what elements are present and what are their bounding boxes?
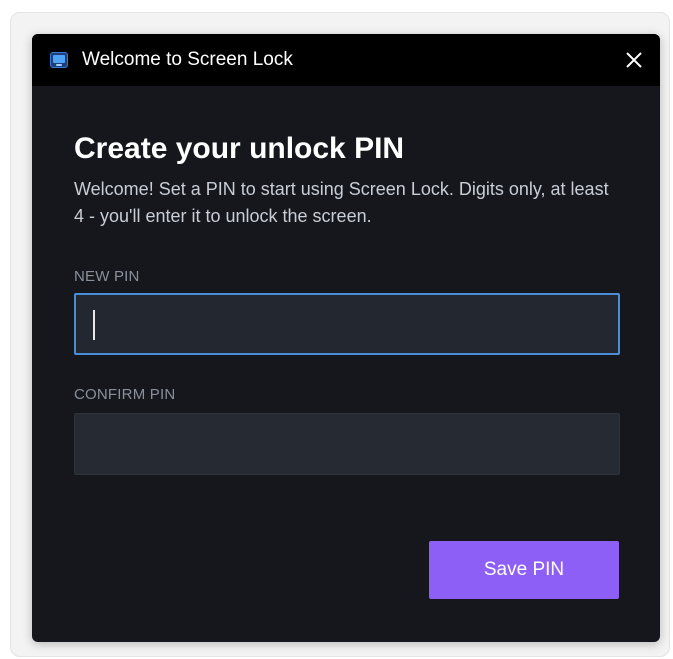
new-pin-input[interactable]	[74, 293, 620, 355]
close-button[interactable]	[614, 40, 654, 80]
screen-lock-app-icon	[50, 52, 68, 68]
close-icon	[626, 52, 642, 68]
window-title: Welcome to Screen Lock	[82, 49, 293, 70]
welcome-dialog: Welcome to Screen Lock Create your unloc…	[32, 34, 660, 642]
title-bar[interactable]: Welcome to Screen Lock	[32, 34, 660, 86]
text-caret	[93, 310, 95, 340]
description-text: Welcome! Set a PIN to start using Screen…	[74, 179, 609, 226]
confirm-pin-label: CONFIRM PIN	[74, 386, 176, 403]
new-pin-label: NEW PIN	[74, 268, 140, 285]
page-title: Create your unlock PIN	[74, 132, 405, 165]
save-pin-button[interactable]: Save PIN	[429, 541, 619, 599]
dialog-content: Create your unlock PIN Welcome! Set a PI…	[74, 130, 620, 230]
confirm-pin-input[interactable]	[74, 413, 620, 475]
